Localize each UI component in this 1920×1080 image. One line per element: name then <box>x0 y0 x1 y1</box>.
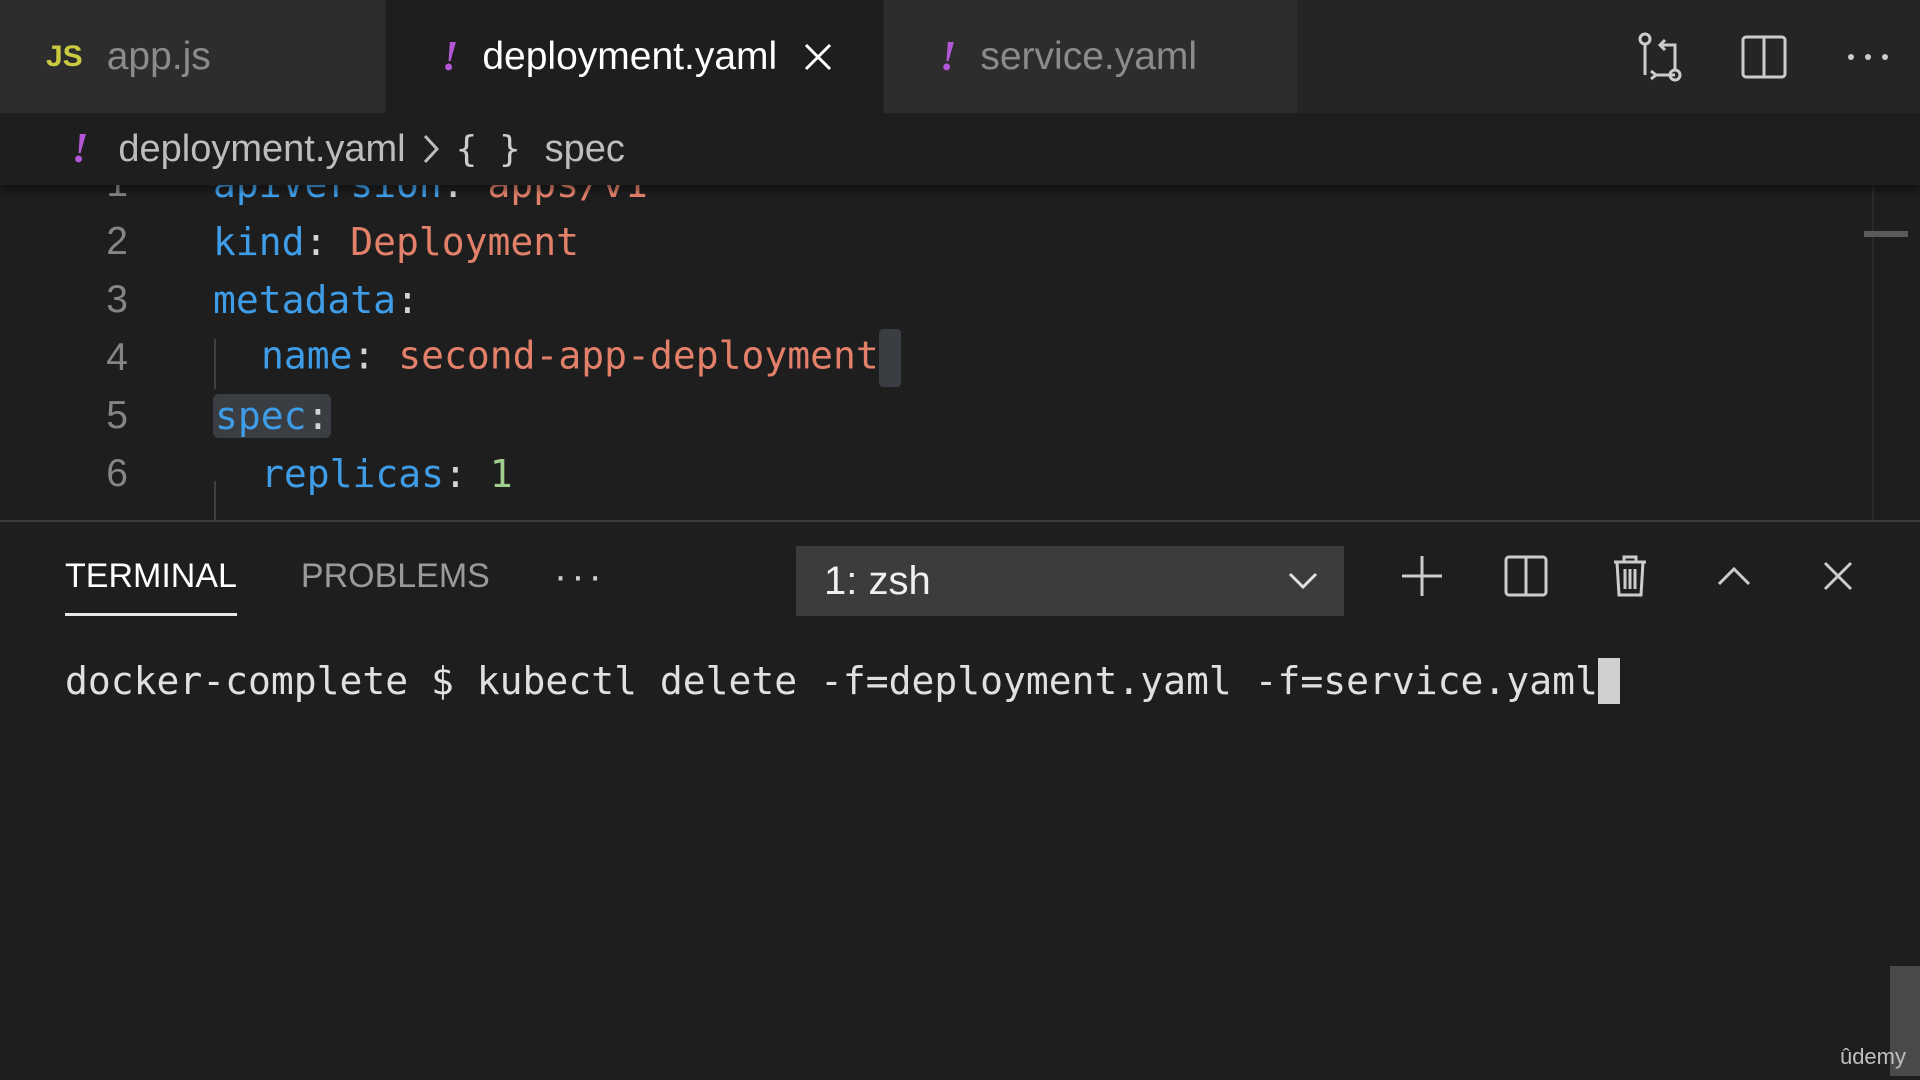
yaml-key: metadata <box>213 278 397 322</box>
symbol-object-icon: { } <box>455 128 521 170</box>
line-number: 6 <box>106 452 128 495</box>
tab-service-yaml[interactable]: ! service.yaml <box>884 0 1298 113</box>
yaml-value: Deployment <box>350 220 580 264</box>
terminal-output[interactable]: docker-complete $ kubectl delete -f=depl… <box>65 656 1620 706</box>
yaml-separator: : <box>304 220 351 264</box>
tab-label: service.yaml <box>980 34 1198 78</box>
yaml-value: apps/v1 <box>488 185 648 206</box>
terminal-select[interactable]: 1: zsh <box>796 546 1344 616</box>
close-icon[interactable] <box>801 40 835 74</box>
line-number: 5 <box>106 394 128 437</box>
chevron-right-icon <box>420 132 442 166</box>
new-terminal-icon[interactable] <box>1370 522 1474 630</box>
yaml-separator: : <box>352 333 399 378</box>
overview-ruler-marker <box>1864 231 1908 237</box>
line-number: 1 <box>0 185 128 206</box>
split-terminal-icon[interactable] <box>1474 522 1578 630</box>
yaml-separator: : <box>444 452 490 496</box>
terminal-select-value: 1: zsh <box>824 558 931 603</box>
yaml-separator: : <box>306 394 330 438</box>
code-line: 5 spec: <box>0 387 332 445</box>
code-line: 4 name: second-app-deployment <box>0 329 901 387</box>
yaml-separator: : <box>442 185 488 206</box>
line-number: 4 <box>106 336 128 379</box>
tab-deployment-yaml[interactable]: ! deployment.yaml <box>386 0 884 113</box>
code-line: 2 kind: Deployment <box>0 213 579 271</box>
code-line: 1 apiVersion: apps/v1 <box>0 185 647 213</box>
yaml-file-icon: ! <box>940 33 957 80</box>
tab-problems[interactable]: PROBLEMS <box>301 522 490 630</box>
text-cursor <box>878 329 901 387</box>
yaml-key: name <box>261 333 353 378</box>
line-number: 3 <box>106 278 128 321</box>
watermark: ûdemy <box>1839 1044 1906 1069</box>
tab-terminal[interactable]: TERMINAL <box>65 522 237 630</box>
more-actions-icon[interactable] <box>1816 0 1920 113</box>
code-line: 6 replicas: 1 <box>0 445 512 503</box>
code-editor[interactable]: 1 apiVersion: apps/v1 2 kind: Deployment… <box>0 185 1920 520</box>
trash-icon[interactable] <box>1578 522 1682 630</box>
indent-guide <box>214 481 216 520</box>
yaml-key: kind <box>213 220 305 264</box>
editor-tab-bar: JS app.js ! deployment.yaml ! service.ya… <box>0 0 1920 113</box>
breadcrumb: ! deployment.yaml { } spec <box>0 113 1920 185</box>
tab-label: app.js <box>106 34 211 78</box>
yaml-separator: : <box>396 278 419 322</box>
panel-actions <box>1370 522 1890 630</box>
split-editor-icon[interactable] <box>1712 0 1816 113</box>
yaml-key: spec <box>215 394 307 438</box>
javascript-file-icon: JS <box>46 39 83 73</box>
open-changes-icon[interactable] <box>1608 0 1712 113</box>
close-icon[interactable] <box>1786 522 1890 630</box>
yaml-key: replicas <box>261 452 445 496</box>
code-line: 3 metadata: <box>0 271 419 329</box>
yaml-key: apiVersion <box>213 185 442 206</box>
bottom-panel: TERMINAL PROBLEMS ··· 1: zsh docker-comp… <box>0 520 1920 1080</box>
more-views-icon[interactable]: ··· <box>554 522 606 630</box>
tab-label: deployment.yaml <box>482 34 778 78</box>
line-number: 2 <box>106 220 128 263</box>
terminal-cursor <box>1597 658 1620 704</box>
indent-guide <box>214 339 216 389</box>
yaml-value: 1 <box>489 452 513 496</box>
chevron-up-icon[interactable] <box>1682 522 1786 630</box>
terminal-command: docker-complete $ kubectl delete -f=depl… <box>65 659 1598 703</box>
breadcrumb-symbol[interactable]: spec <box>545 128 625 171</box>
breadcrumb-file[interactable]: deployment.yaml <box>118 128 405 171</box>
yaml-file-icon: ! <box>442 33 459 80</box>
chevron-down-icon <box>1286 564 1320 598</box>
editor-actions <box>1608 0 1920 113</box>
tab-app-js[interactable]: JS app.js <box>0 0 386 113</box>
panel-tabs: TERMINAL PROBLEMS ··· <box>65 522 670 630</box>
yaml-value: second-app-deployment <box>398 333 879 378</box>
yaml-file-icon: ! <box>72 126 89 172</box>
